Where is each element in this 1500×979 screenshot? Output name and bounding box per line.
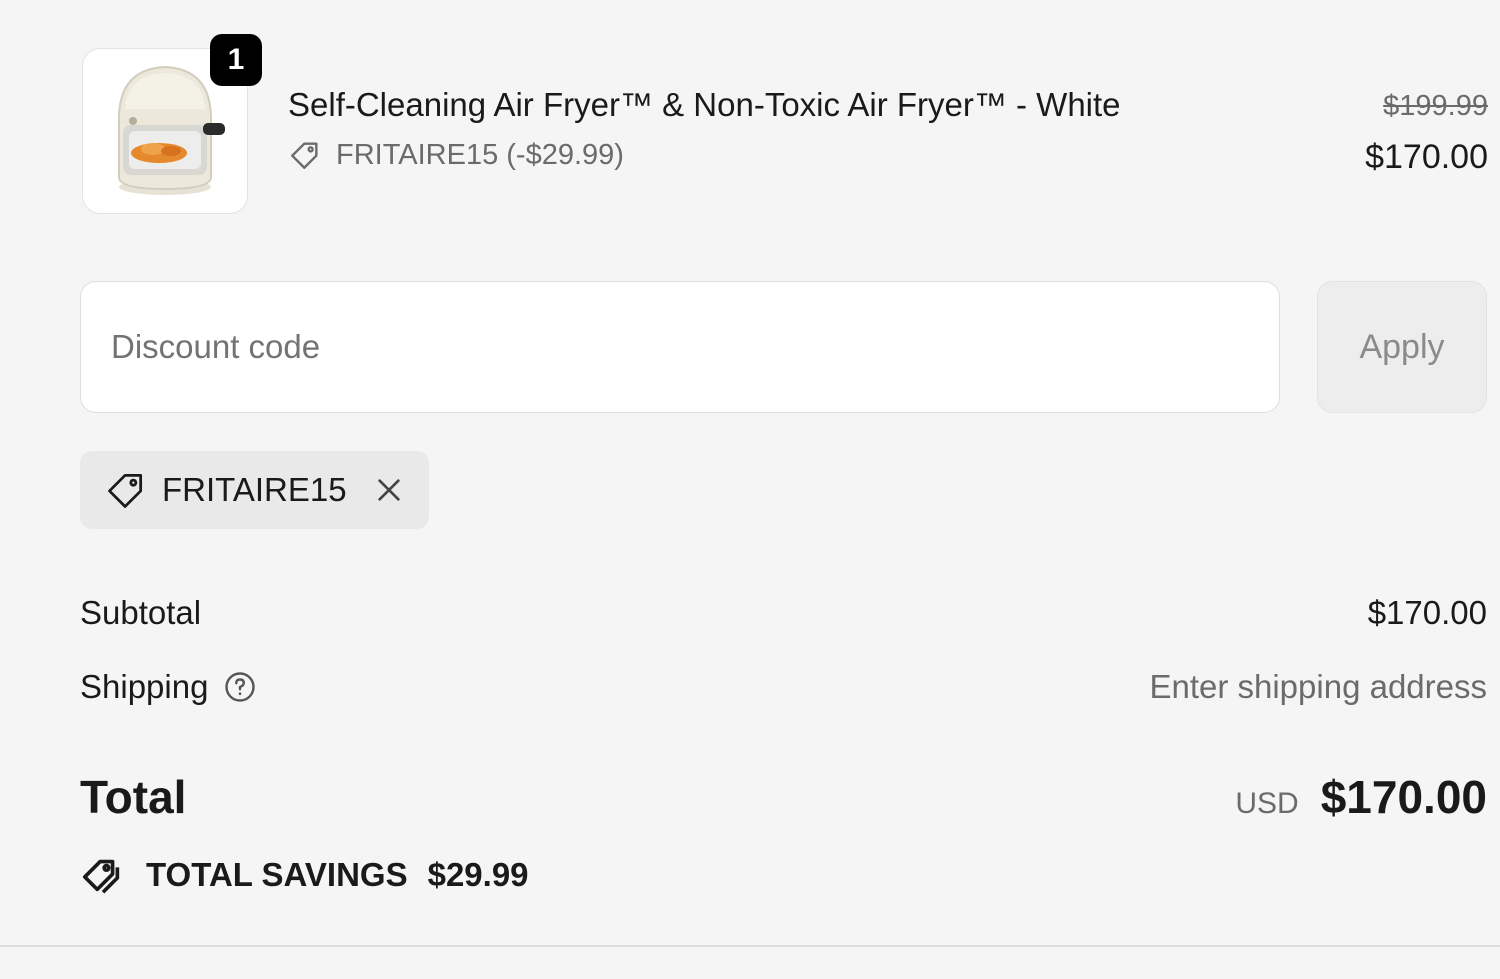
tags-icon [80, 852, 126, 898]
sale-price: $170.00 [1365, 138, 1488, 176]
subtotal-label: Subtotal [80, 594, 202, 631]
shipping-value: Enter shipping address [1149, 668, 1487, 705]
close-icon[interactable] [373, 474, 405, 506]
applied-discount-chip: FRITAIRE15 [80, 451, 429, 529]
help-circle-icon[interactable] [222, 669, 258, 705]
product-title: Self-Cleaning Air Fryer™ & Non-Toxic Air… [288, 86, 1121, 123]
original-price: $199.99 [1383, 90, 1488, 122]
shipping-row: Shipping [80, 668, 258, 706]
savings-amount: $29.99 [427, 856, 529, 893]
subtotal-value: $170.00 [1367, 594, 1487, 631]
tag-icon [104, 468, 148, 512]
order-summary-panel: 1 Self-Cleaning Air Fryer™ & Non-Toxic A… [0, 0, 1500, 979]
total-savings: TOTAL SAVINGS $29.99 [80, 852, 529, 898]
shipping-label: Shipping [80, 668, 209, 705]
quantity-badge: 1 [210, 34, 262, 86]
total-amount: $170.00 [1320, 771, 1487, 823]
tag-icon [288, 138, 322, 172]
discount-code-input[interactable] [80, 281, 1280, 413]
total-label: Total [80, 771, 187, 823]
line-item: 1 Self-Cleaning Air Fryer™ & Non-Toxic A… [80, 34, 1488, 216]
savings-label: TOTAL SAVINGS [146, 856, 408, 893]
product-thumbnail: 1 [80, 34, 262, 216]
currency-code: USD [1235, 787, 1299, 820]
total-value: USD $170.00 [1235, 770, 1487, 824]
applied-discount-code: FRITAIRE15 [162, 471, 347, 508]
apply-button[interactable]: Apply [1317, 281, 1487, 413]
item-discount-text: FRITAIRE15 (-$29.99) [336, 138, 624, 171]
item-discount-line: FRITAIRE15 (-$29.99) [288, 138, 624, 172]
divider [0, 945, 1500, 947]
